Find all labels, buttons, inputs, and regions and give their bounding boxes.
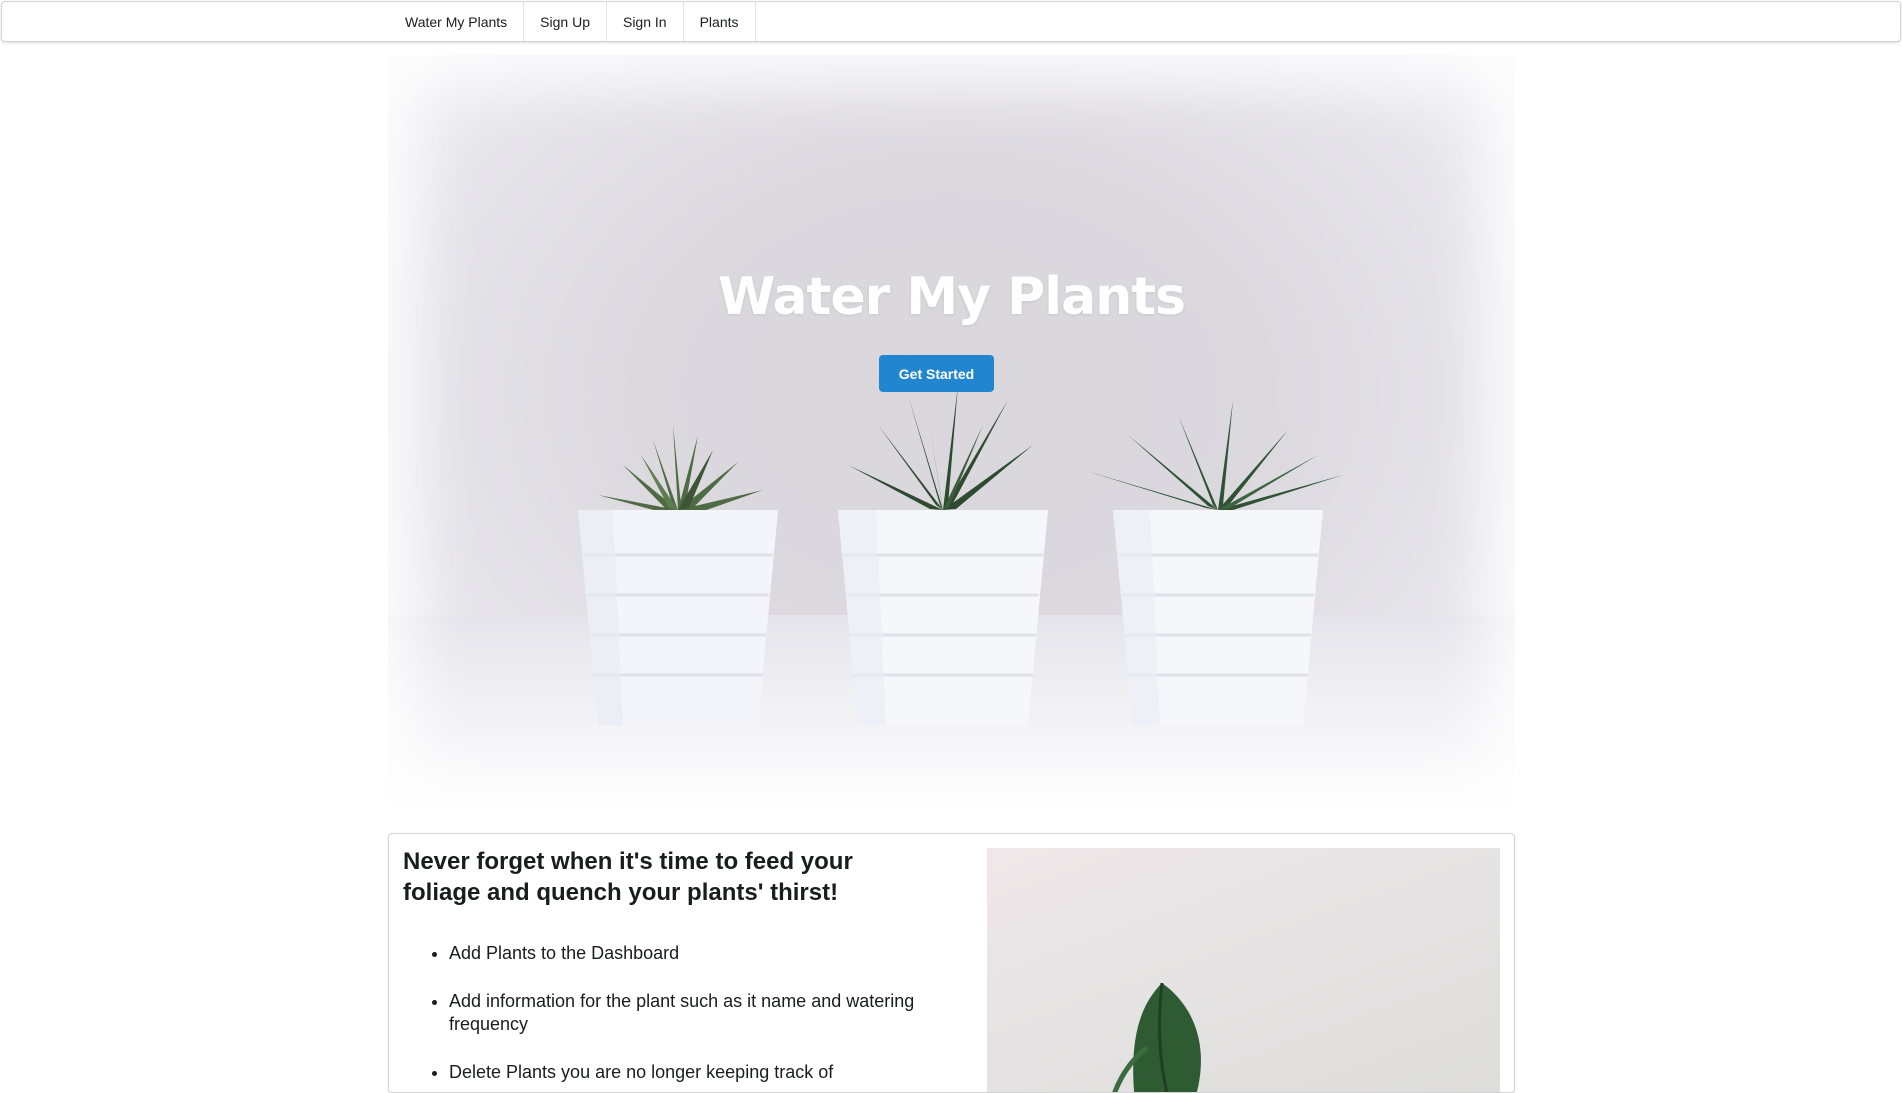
feature-list: Add Plants to the Dashboard Add informat…: [429, 942, 929, 1092]
hero-title: Water My Plants: [717, 267, 1186, 327]
nav-menu: Water My Plants Sign Up Sign In Plants: [389, 2, 756, 41]
features-card: Never forget when it's time to feed your…: [388, 833, 1515, 1093]
succulent-pot-left-image: [578, 425, 778, 725]
hero-banner: Water My Plants Get Started: [388, 55, 1515, 805]
nav-item-plants[interactable]: Plants: [684, 2, 756, 41]
leaf-icon: [1112, 982, 1201, 1092]
list-item: Delete Plants you are no longer keeping …: [449, 1061, 929, 1084]
features-heading: Never forget when it's time to feed your…: [403, 848, 853, 906]
nav-item-sign-in[interactable]: Sign In: [607, 2, 684, 41]
top-navigation-bar: Water My Plants Sign Up Sign In Plants: [1, 1, 1901, 42]
succulent-pot-right-image: [1083, 400, 1343, 725]
get-started-button[interactable]: Get Started: [879, 355, 994, 392]
list-item: Add Plants to the Dashboard: [449, 942, 929, 965]
succulent-pot-center-image: [838, 385, 1048, 725]
list-item: Add information for the plant such as it…: [449, 990, 929, 1036]
nav-item-home[interactable]: Water My Plants: [389, 2, 525, 41]
leaf-plant-image: [987, 848, 1500, 1092]
nav-item-sign-up[interactable]: Sign Up: [524, 2, 607, 41]
